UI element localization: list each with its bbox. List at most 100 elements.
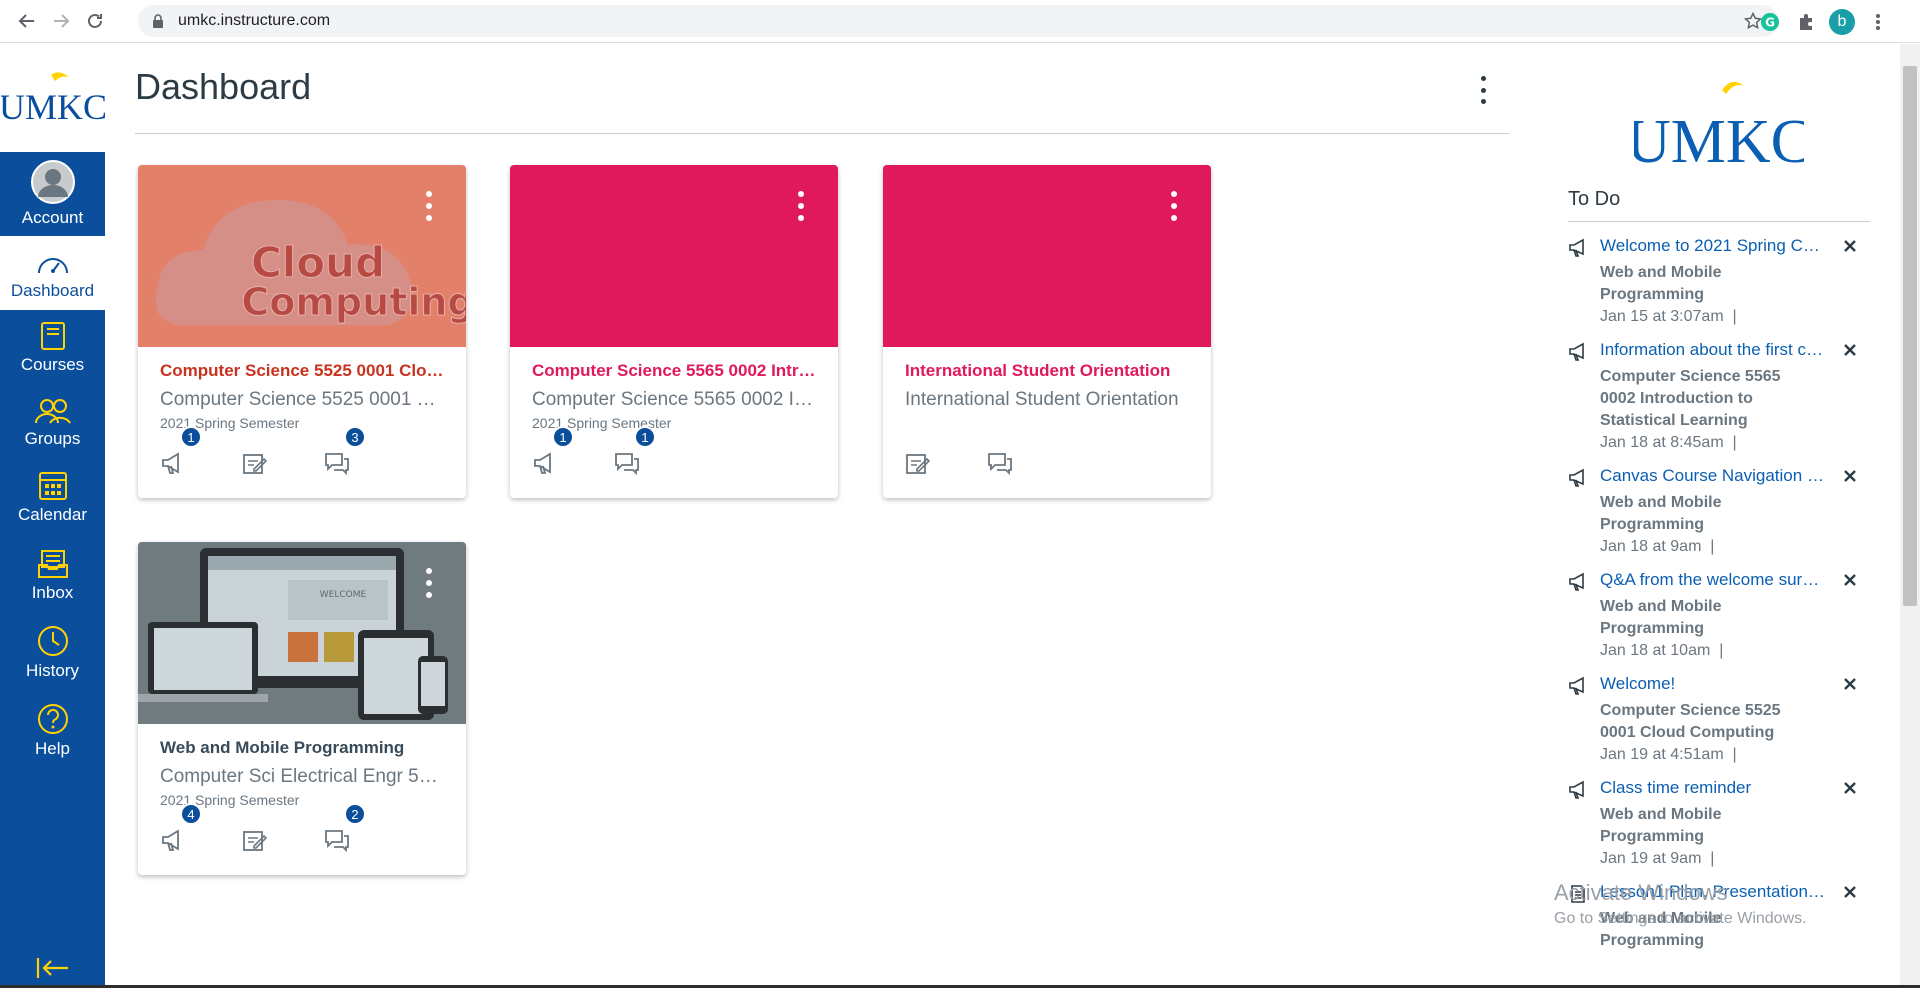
announcements-link[interactable]: 4: [160, 803, 242, 855]
assignments-link[interactable]: [242, 448, 324, 478]
dismiss-icon[interactable]: [1842, 676, 1858, 692]
discussions-link[interactable]: 2: [324, 803, 406, 855]
card-title[interactable]: Computer Science 5565 0002 Introduction …: [532, 361, 816, 381]
activate-windows-watermark: Activate Windows Go to Settings to activ…: [1554, 880, 1807, 928]
forward-button[interactable]: [44, 4, 78, 38]
dashboard-icon: [36, 245, 70, 277]
course-card[interactable]: Cloud Computing Computer Science 5525 00…: [138, 165, 466, 498]
course-card[interactable]: WELCOME Web and Mobile Programming Compu…: [138, 542, 466, 875]
profile-button[interactable]: b: [1824, 4, 1860, 40]
dismiss-icon[interactable]: [1842, 572, 1858, 588]
unread-count-badge: 1: [634, 426, 656, 448]
dismiss-icon[interactable]: [1842, 238, 1858, 254]
card-title[interactable]: Computer Science 5525 0001 Cloud Computi…: [160, 361, 444, 381]
address-bar[interactable]: umkc.instructure.com: [138, 5, 1778, 37]
page-scrollbar[interactable]: [1900, 44, 1920, 988]
logo-text: UMKC: [1, 87, 105, 127]
todo-title-link[interactable]: Canvas Course Navigation Help: [1600, 466, 1825, 486]
todo-title-link[interactable]: Welcome to 2021 Spring Course: [1600, 236, 1825, 256]
course-card[interactable]: International Student Orientation Intern…: [883, 165, 1211, 498]
nav-item-dashboard[interactable]: Dashboard: [0, 236, 105, 310]
todo-title-link[interactable]: Information about the first class: [1600, 340, 1825, 360]
card-hero-color[interactable]: [510, 165, 838, 347]
todo-title-link[interactable]: Welcome!: [1600, 674, 1825, 694]
card-subtitle: Computer Science 5565 0002 Introduction …: [532, 389, 816, 410]
announcements-link[interactable]: 1: [532, 426, 614, 478]
todo-title-link[interactable]: Q&A from the welcome survey: [1600, 570, 1825, 590]
card-subtitle: International Student Orientation: [905, 389, 1179, 410]
umkc-brand-logo: UMKC: [1568, 60, 1870, 180]
announcement-icon: [1569, 238, 1584, 257]
history-icon: [37, 625, 69, 657]
dashboard-header: Dashboard: [135, 60, 1509, 134]
collapse-nav-button[interactable]: [0, 956, 105, 980]
watermark-line2: Go to Settings to activate Windows.: [1554, 910, 1807, 927]
nav-item-account[interactable]: Account: [0, 152, 105, 236]
logo-text: UMKC: [1634, 108, 1804, 170]
umkc-logo-mark: UMKC: [1634, 81, 1804, 170]
card-hero-image[interactable]: WELCOME: [138, 542, 466, 724]
todo-date: Jan 19 at 9am |: [1600, 850, 1715, 867]
collapse-arrow-icon: [36, 958, 68, 978]
discussion-icon: [988, 453, 1012, 475]
arrow-left-icon: [18, 14, 34, 28]
assignments-link[interactable]: [242, 825, 324, 855]
courses-icon: [39, 319, 67, 351]
umkc-logo-mark: UMKC: [1, 72, 105, 127]
card-term: 2021 Spring Semester: [160, 792, 300, 808]
card-title[interactable]: International Student Orientation: [905, 361, 1189, 381]
card-options-button[interactable]: [796, 191, 806, 221]
nav-item-inbox[interactable]: Inbox: [0, 536, 105, 614]
nav-item-calendar[interactable]: Calendar: [0, 458, 105, 536]
card-hero-color[interactable]: [883, 165, 1211, 347]
extensions-button[interactable]: [1788, 4, 1824, 40]
nav-item-help[interactable]: Help: [0, 692, 105, 770]
assignment-icon: [243, 454, 268, 474]
grammarly-icon: G: [1761, 12, 1779, 31]
card-hero-image[interactable]: Cloud Computing: [138, 165, 466, 347]
umkc-logo[interactable]: UMKC: [0, 44, 105, 152]
dismiss-icon[interactable]: [1842, 780, 1858, 796]
card-options-button[interactable]: [1169, 191, 1179, 221]
discussions-link[interactable]: [987, 448, 1069, 478]
discussion-icon: [615, 453, 639, 475]
todo-course: Web and Mobile Programming: [1600, 806, 1722, 845]
grammarly-extension[interactable]: G: [1752, 4, 1788, 40]
scrollbar-thumb[interactable]: [1903, 66, 1917, 606]
url-text: umkc.instructure.com: [178, 12, 331, 29]
dismiss-icon[interactable]: [1842, 468, 1858, 484]
nav-item-courses[interactable]: Courses: [0, 310, 105, 384]
account-avatar-icon: [30, 160, 75, 204]
discussions-link[interactable]: 1: [614, 426, 696, 478]
svg-text:G: G: [1765, 15, 1775, 29]
groups-icon: [33, 393, 73, 425]
announcements-link[interactable]: 1: [160, 426, 242, 478]
unread-count-badge: 3: [344, 426, 366, 448]
nav-label: Calendar: [18, 505, 87, 524]
dismiss-icon[interactable]: [1842, 884, 1858, 900]
announcement-icon: [1569, 342, 1584, 361]
nav-item-groups[interactable]: Groups: [0, 384, 105, 458]
unread-count-badge: 2: [344, 803, 366, 825]
dismiss-icon[interactable]: [1842, 342, 1858, 358]
card-options-button[interactable]: [424, 568, 434, 598]
card-term: [905, 415, 1189, 431]
nav-label: History: [26, 661, 79, 680]
course-card[interactable]: Computer Science 5565 0002 Introduction …: [510, 165, 838, 498]
discussions-link[interactable]: 3: [324, 426, 406, 478]
todo-list: Welcome to 2021 Spring Course Web and Mo…: [1568, 236, 1870, 952]
assignments-link[interactable]: [905, 448, 987, 478]
todo-course: Web and Mobile Programming: [1600, 598, 1722, 637]
todo-item: Welcome to 2021 Spring Course Web and Mo…: [1568, 236, 1870, 326]
browser-menu-button[interactable]: [1860, 4, 1896, 40]
back-button[interactable]: [10, 4, 44, 38]
card-title[interactable]: Web and Mobile Programming: [160, 738, 444, 758]
nav-item-history[interactable]: History: [0, 614, 105, 692]
todo-heading: To Do: [1568, 188, 1870, 222]
reload-button[interactable]: [78, 4, 112, 38]
dashboard-options-button[interactable]: [1471, 76, 1495, 104]
announcement-icon: [1569, 572, 1584, 591]
card-options-button[interactable]: [424, 191, 434, 221]
global-navigation: UMKC Account Dashboard Courses Groups Ca…: [0, 44, 105, 988]
todo-title-link[interactable]: Class time reminder: [1600, 778, 1825, 798]
